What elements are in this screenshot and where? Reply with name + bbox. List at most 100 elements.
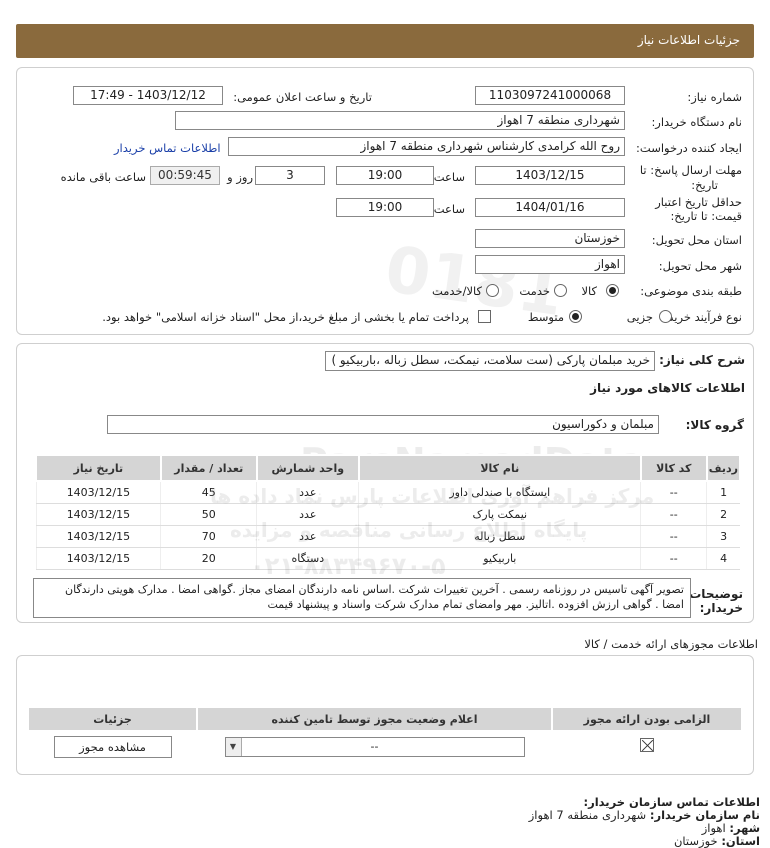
footer-city-label: شهر: [729, 821, 760, 835]
days-remaining-field: 3 [255, 166, 325, 185]
announce-field: 1403/12/12 - 17:49 [73, 86, 223, 105]
items-table: ردیف کد کالا نام کالا واحد شمارش تعداد /… [35, 454, 742, 570]
remaining-time-label: ساعت باقی مانده [60, 170, 146, 184]
goods-group-label: گروه کالا: [685, 418, 744, 432]
cell-code: -- [640, 503, 707, 526]
table-row: 4 -- باربیکیو دستگاه 20 1403/12/15 [35, 547, 740, 570]
days-label: روز و [227, 170, 253, 184]
col-row: ردیف [705, 454, 742, 482]
remaining-time-field: 00:59:45 [150, 166, 220, 185]
process-option-partial: جزیی [626, 310, 653, 324]
cell-code: -- [640, 547, 707, 570]
table-row: 2 -- نیمکت پارک عدد 50 1403/12/15 [35, 503, 740, 526]
col-name: نام کالا [357, 454, 642, 482]
page-title: جزئیات اطلاعات نیاز [637, 33, 740, 47]
col-license-required: الزامی بودن ارائه مجوز [551, 706, 743, 732]
validity-time-field: 19:00 [336, 198, 434, 217]
license-required-cell [552, 731, 742, 761]
col-quantity: تعداد / مقدار [159, 454, 258, 482]
cell-quantity: 20 [160, 547, 257, 570]
cell-row: 4 [706, 547, 740, 570]
footer-city-value: اهواز [701, 821, 726, 835]
validity-label: حداقل تاریخ اعتبار [655, 195, 742, 209]
creator-field: روح الله کرامدی کارشناس شهرداری منطقه 7 … [228, 137, 625, 156]
need-number-field: 1103097241000068 [475, 86, 625, 105]
footer-org-value: شهرداری منطقه 7 اهواز [528, 808, 647, 822]
category-label: طبقه بندی موضوعی: [640, 284, 742, 298]
category-radio-goods-service[interactable] [486, 284, 499, 297]
table-row: 3 -- سطل زباله عدد 70 1403/12/15 [35, 525, 740, 548]
province-label: استان محل تحویل: [651, 233, 742, 247]
process-radio-medium[interactable] [569, 310, 582, 323]
cell-code: -- [640, 481, 707, 504]
licenses-table: الزامی بودن ارائه مجوز اعلام وضعیت مجوز … [27, 706, 743, 761]
need-number-label: شماره نیاز: [687, 90, 742, 104]
cell-unit: عدد [256, 481, 359, 504]
footer-title: اطلاعات تماس سازمان خریدار: [583, 795, 760, 809]
col-unit: واحد شمارش [255, 454, 360, 482]
cell-quantity: 45 [160, 481, 257, 504]
buyer-org-field: شهرداری منطقه 7 اهواز [175, 111, 625, 130]
deadline-time-field: 19:00 [336, 166, 434, 185]
process-label: نوع فرآیند خرید : [660, 310, 742, 324]
license-required-checkbox [640, 738, 654, 752]
cell-need-date: 1403/12/15 [35, 547, 161, 570]
cell-name: باربیکیو [358, 547, 641, 570]
category-radio-service[interactable] [554, 284, 567, 297]
licenses-title: اطلاعات مجوزهای ارائه خدمت / کالا [584, 637, 758, 651]
category-option-goods: کالا [581, 284, 597, 298]
deadline-label-date: تاریخ: [691, 178, 718, 192]
footer-province-value: خوزستان [673, 834, 718, 848]
footer-org: نام سازمان خریدار: شهرداری منطقه 7 اهواز [529, 808, 760, 822]
cell-need-date: 1403/12/15 [35, 503, 161, 526]
footer-province-label: استان: [721, 834, 760, 848]
footer-city: شهر: اهواز [702, 821, 760, 835]
cell-need-date: 1403/12/15 [35, 525, 161, 548]
deadline-hour-label: ساعت [433, 170, 465, 184]
validity-label-date: قیمت: تا تاریخ: [670, 209, 742, 223]
license-status-select[interactable]: -- ▼ [224, 736, 525, 757]
view-license-button[interactable]: مشاهده مجوز [53, 735, 172, 758]
chevron-down-icon[interactable]: ▼ [225, 737, 242, 756]
footer-province: استان: خوزستان [674, 834, 760, 848]
col-need-date: تاریخ نیاز [35, 454, 162, 482]
cell-code: -- [640, 525, 707, 548]
cell-row: 3 [706, 525, 740, 548]
buyer-notes-text: تصویر آگهی تاسیس در روزنامه رسمی . آخرین… [33, 578, 691, 618]
cell-need-date: 1403/12/15 [35, 481, 161, 504]
table-row: 1 -- ایستگاه با صندلی داور عدد 45 1403/1… [35, 481, 740, 504]
cell-row: 1 [706, 481, 740, 504]
licenses-table-header: الزامی بودن ارائه مجوز اعلام وضعیت مجوز … [27, 706, 743, 732]
col-license-status: اعلام وضعیت مجوز توسط تامین کننده [196, 706, 553, 732]
license-details-cell: مشاهده مجوز [28, 731, 197, 761]
deadline-label: مهلت ارسال پاسخ: تا [639, 163, 742, 177]
buyer-org-label: نام دستگاه خریدار: [651, 115, 742, 129]
col-code: کد کالا [639, 454, 708, 482]
process-radio-partial[interactable] [659, 310, 672, 323]
city-label: شهر محل تحویل: [658, 259, 742, 273]
announce-label: تاریخ و ساعت اعلان عمومی: [233, 90, 372, 104]
buyer-notes-label-2: خریدار: [699, 601, 743, 615]
city-field: اهواز [475, 255, 625, 274]
cell-name: سطل زباله [358, 525, 641, 548]
treasury-payment-checkbox[interactable] [478, 310, 491, 323]
category-option-goods-service: کالا/خدمت [431, 284, 482, 298]
category-radio-goods[interactable] [606, 284, 619, 297]
creator-label: ایجاد کننده درخواست: [636, 141, 742, 155]
province-field: خوزستان [475, 229, 625, 248]
deadline-date-field: 1403/12/15 [475, 166, 625, 185]
footer-org-label: نام سازمان خریدار: [649, 808, 760, 822]
treasury-payment-note: پرداخت تمام یا بخشی از مبلغ خرید،از محل … [102, 310, 469, 324]
page-header: جزئیات اطلاعات نیاز [16, 24, 754, 58]
buyer-contact-link[interactable]: اطلاعات تماس خریدار [114, 141, 221, 155]
buyer-notes-label: توضیحات [689, 587, 743, 601]
validity-hour-label: ساعت [433, 202, 465, 216]
cell-unit: عدد [256, 503, 359, 526]
license-row: -- ▼ مشاهده مجوز [28, 731, 742, 761]
license-status-value: -- [370, 739, 379, 753]
items-table-header: ردیف کد کالا نام کالا واحد شمارش تعداد /… [35, 454, 742, 482]
validity-date-field: 1404/01/16 [475, 198, 625, 217]
goods-group-field: مبلمان و دکوراسیون [107, 415, 659, 434]
process-option-medium: متوسط [527, 310, 564, 324]
cell-name: نیمکت پارک [358, 503, 641, 526]
